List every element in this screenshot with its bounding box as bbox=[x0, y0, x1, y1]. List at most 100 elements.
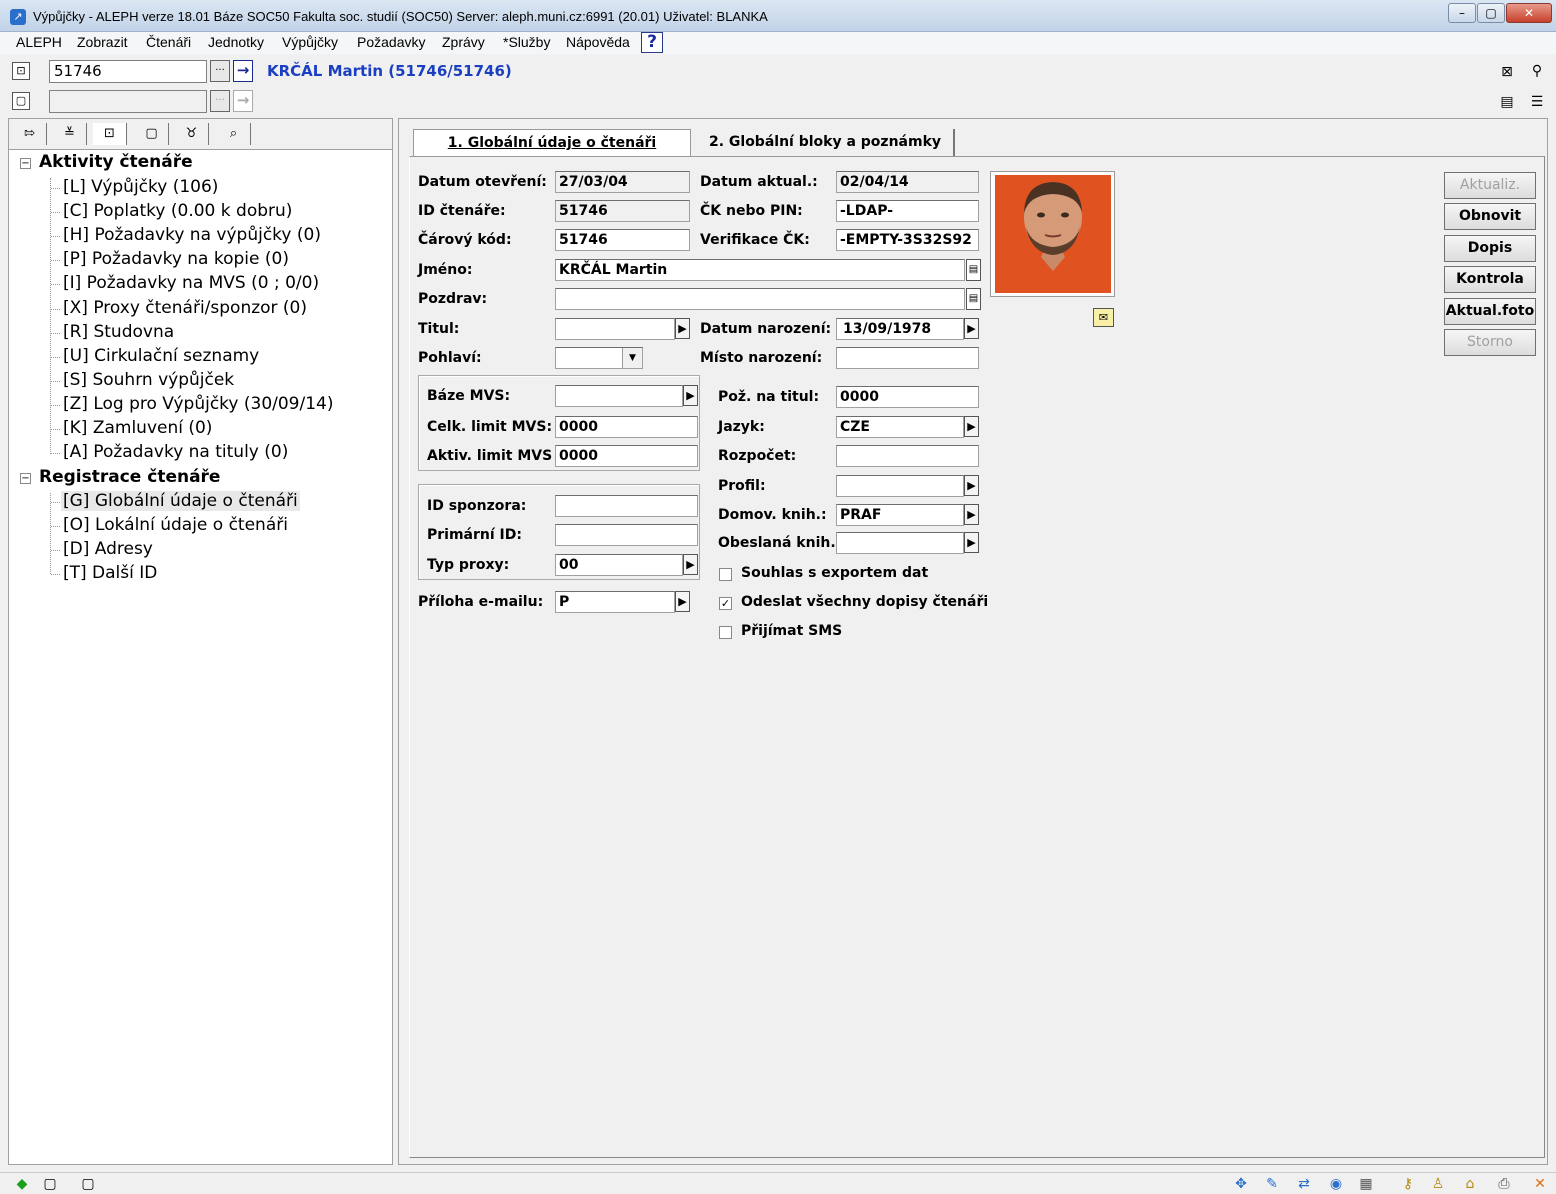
tree-item-pozadavky-kopie[interactable]: [P] Požadavky na kopie (0) bbox=[61, 249, 291, 269]
ill-module-icon[interactable]: ⇄ bbox=[1294, 1175, 1314, 1193]
menu-aleph[interactable]: ALEPH bbox=[16, 34, 62, 50]
prijimat-sms-checkbox[interactable] bbox=[719, 626, 732, 639]
item-barcode-input[interactable] bbox=[49, 90, 207, 113]
list-icon[interactable]: ☰ bbox=[1527, 92, 1547, 112]
pozdrav-field[interactable] bbox=[555, 288, 965, 310]
tree-item-pozadavky-vypujcky[interactable]: [H] Požadavky na výpůjčky (0) bbox=[61, 225, 323, 245]
patron-icon[interactable]: ⊡ bbox=[12, 62, 30, 80]
collapse-icon[interactable]: − bbox=[20, 473, 31, 484]
session-icon[interactable]: ▢ bbox=[40, 1175, 60, 1193]
odeslat-dopisy-checkbox[interactable]: ✓ bbox=[719, 597, 732, 610]
misto-narozeni-field[interactable] bbox=[836, 347, 979, 369]
id-sponzora-field[interactable] bbox=[555, 495, 698, 517]
library-icon[interactable]: ⌂ bbox=[1460, 1175, 1480, 1193]
minimize-icon[interactable]: – bbox=[1448, 3, 1476, 23]
aktual-foto-button[interactable]: Aktual.foto bbox=[1444, 298, 1536, 325]
circulation-module-icon[interactable]: ✥ bbox=[1231, 1175, 1251, 1193]
tab-item-icon[interactable]: ▢ bbox=[135, 123, 169, 145]
mail-icon[interactable]: ✉ bbox=[1093, 308, 1114, 327]
tree-group-aktivity[interactable]: Aktivity čtenáře bbox=[39, 152, 193, 172]
print-icon[interactable]: ⎙ bbox=[1494, 1175, 1514, 1193]
menu-zobrazit[interactable]: Zobrazit bbox=[77, 34, 128, 50]
dopis-button[interactable]: Dopis bbox=[1444, 235, 1536, 262]
poz-na-titul-field[interactable]: 0000 bbox=[836, 386, 979, 408]
tree-item-lokalni-udaje[interactable]: [O] Lokální údaje o čtenáři bbox=[61, 515, 290, 535]
tab-history-icon[interactable]: ≚ bbox=[53, 123, 87, 145]
person-icon[interactable]: ♙ bbox=[1428, 1175, 1448, 1193]
jmeno-list-icon[interactable]: ▤ bbox=[966, 259, 981, 281]
tree-item-poplatky[interactable]: [C] Poplatky (0.00 k dobru) bbox=[61, 201, 294, 221]
printer-icon[interactable]: ▤ bbox=[1497, 92, 1517, 112]
domov-knih-arrow-icon[interactable]: ▶ bbox=[964, 504, 979, 525]
help-icon[interactable]: ? bbox=[641, 32, 663, 53]
ck-pin-field[interactable]: -LDAP- bbox=[836, 200, 979, 222]
tab-search-icon[interactable]: ⌕ bbox=[217, 123, 251, 145]
session-icon[interactable]: ▢ bbox=[78, 1175, 98, 1193]
baze-mvs-arrow-icon[interactable]: ▶ bbox=[683, 385, 698, 406]
patron-go-button[interactable]: → bbox=[233, 60, 253, 82]
patron-list-button[interactable]: ··· bbox=[210, 60, 230, 82]
carovy-kod-field[interactable]: 51746 bbox=[555, 229, 690, 251]
priloha-emailu-field[interactable]: P bbox=[555, 591, 675, 613]
collapse-icon[interactable]: − bbox=[20, 158, 31, 169]
souhlas-export-checkbox[interactable] bbox=[719, 568, 732, 581]
rozpocet-field[interactable] bbox=[836, 445, 979, 467]
tab-globalni-bloky[interactable]: 2. Globální bloky a poznámky bbox=[697, 129, 955, 157]
menu-zpravy[interactable]: Zprávy bbox=[442, 34, 485, 50]
profil-arrow-icon[interactable]: ▶ bbox=[964, 475, 979, 496]
datum-narozeni-field[interactable]: 13/09/1978 bbox=[836, 318, 964, 340]
jazyk-arrow-icon[interactable]: ▶ bbox=[964, 416, 979, 437]
baze-mvs-field[interactable] bbox=[555, 385, 683, 407]
jazyk-field[interactable]: CZE bbox=[836, 416, 964, 438]
tab-tools-icon[interactable]: ♉ bbox=[175, 123, 209, 145]
menu-ctenari[interactable]: Čtenáři bbox=[146, 34, 191, 50]
maximize-icon[interactable]: ▢ bbox=[1477, 3, 1505, 23]
verifikace-ck-field[interactable]: -EMPTY-3S32S92 bbox=[836, 229, 979, 251]
item-list-button[interactable]: ··· bbox=[210, 90, 230, 112]
titul-field[interactable] bbox=[555, 318, 675, 340]
tab-globalni-udaje[interactable]: 1. Globální údaje o čtenáři bbox=[413, 129, 691, 158]
menu-vypujcky[interactable]: Výpůjčky bbox=[282, 34, 338, 50]
item-go-button[interactable]: → bbox=[233, 90, 253, 112]
cataloging-module-icon[interactable]: ✎ bbox=[1262, 1175, 1282, 1193]
tree-item-souhrn[interactable]: [S] Souhrn výpůjček bbox=[61, 370, 236, 390]
tree-item-log[interactable]: [Z] Log pro Výpůjčky (30/09/14) bbox=[61, 394, 335, 414]
titul-arrow-icon[interactable]: ▶ bbox=[675, 318, 690, 339]
menu-pozadavky[interactable]: Požadavky bbox=[357, 34, 425, 50]
aktualizovat-button[interactable]: Aktualiz. bbox=[1444, 172, 1536, 199]
patron-photo-icon[interactable]: ⊠ bbox=[1497, 62, 1517, 82]
menu-napoveda[interactable]: Nápověda bbox=[566, 34, 630, 50]
menu-jednotky[interactable]: Jednotky bbox=[208, 34, 264, 50]
close-icon[interactable]: ✕ bbox=[1506, 3, 1552, 23]
jmeno-field[interactable]: KRČÁL Martin bbox=[555, 259, 965, 281]
obeslana-knih-arrow-icon[interactable]: ▶ bbox=[964, 532, 979, 553]
primarni-id-field[interactable] bbox=[555, 524, 698, 546]
aktiv-limit-mvs-field[interactable]: 0000 bbox=[555, 445, 698, 467]
calendar-icon[interactable]: ▦ bbox=[1356, 1175, 1376, 1193]
tree-item-dalsi-id[interactable]: [T] Další ID bbox=[61, 563, 159, 583]
menu-sluzby[interactable]: *Služby bbox=[503, 34, 550, 50]
patron-id-input[interactable]: 51746 bbox=[49, 60, 207, 83]
datum-narozeni-arrow-icon[interactable]: ▶ bbox=[964, 318, 979, 339]
obnovit-button[interactable]: Obnovit bbox=[1444, 203, 1536, 230]
tree-item-pozadavky-tituly[interactable]: [A] Požadavky na tituly (0) bbox=[61, 442, 290, 462]
pozdrav-list-icon[interactable]: ▤ bbox=[966, 288, 981, 310]
item-icon[interactable]: ▢ bbox=[12, 92, 30, 110]
domov-knih-field[interactable]: PRAF bbox=[836, 504, 964, 526]
tree-item-zamluveni[interactable]: [K] Zamluvení (0) bbox=[61, 418, 214, 438]
typ-proxy-field[interactable]: 00 bbox=[555, 554, 683, 576]
key-icon[interactable]: ⚲ bbox=[1527, 61, 1547, 81]
tree-group-registrace[interactable]: Registrace čtenáře bbox=[39, 467, 220, 487]
key-icon[interactable]: ⚷ bbox=[1398, 1175, 1418, 1193]
typ-proxy-arrow-icon[interactable]: ▶ bbox=[683, 554, 698, 575]
tree-item-vypujcky[interactable]: [L] Výpůjčky (106) bbox=[61, 177, 220, 197]
tree-item-cirkulacni[interactable]: [U] Cirkulační seznamy bbox=[61, 346, 261, 366]
obeslana-knih-field[interactable] bbox=[836, 532, 964, 554]
web-module-icon[interactable]: ◉ bbox=[1326, 1175, 1346, 1193]
priloha-emailu-arrow-icon[interactable]: ▶ bbox=[675, 591, 690, 612]
tree-item-studovna[interactable]: [R] Studovna bbox=[61, 322, 176, 342]
kontrola-button[interactable]: Kontrola bbox=[1444, 266, 1536, 293]
tree-item-proxy[interactable]: [X] Proxy čtenáři/sponzor (0) bbox=[61, 298, 309, 318]
storno-button[interactable]: Storno bbox=[1444, 329, 1536, 356]
pohlavi-select[interactable]: ▼ bbox=[555, 347, 643, 369]
